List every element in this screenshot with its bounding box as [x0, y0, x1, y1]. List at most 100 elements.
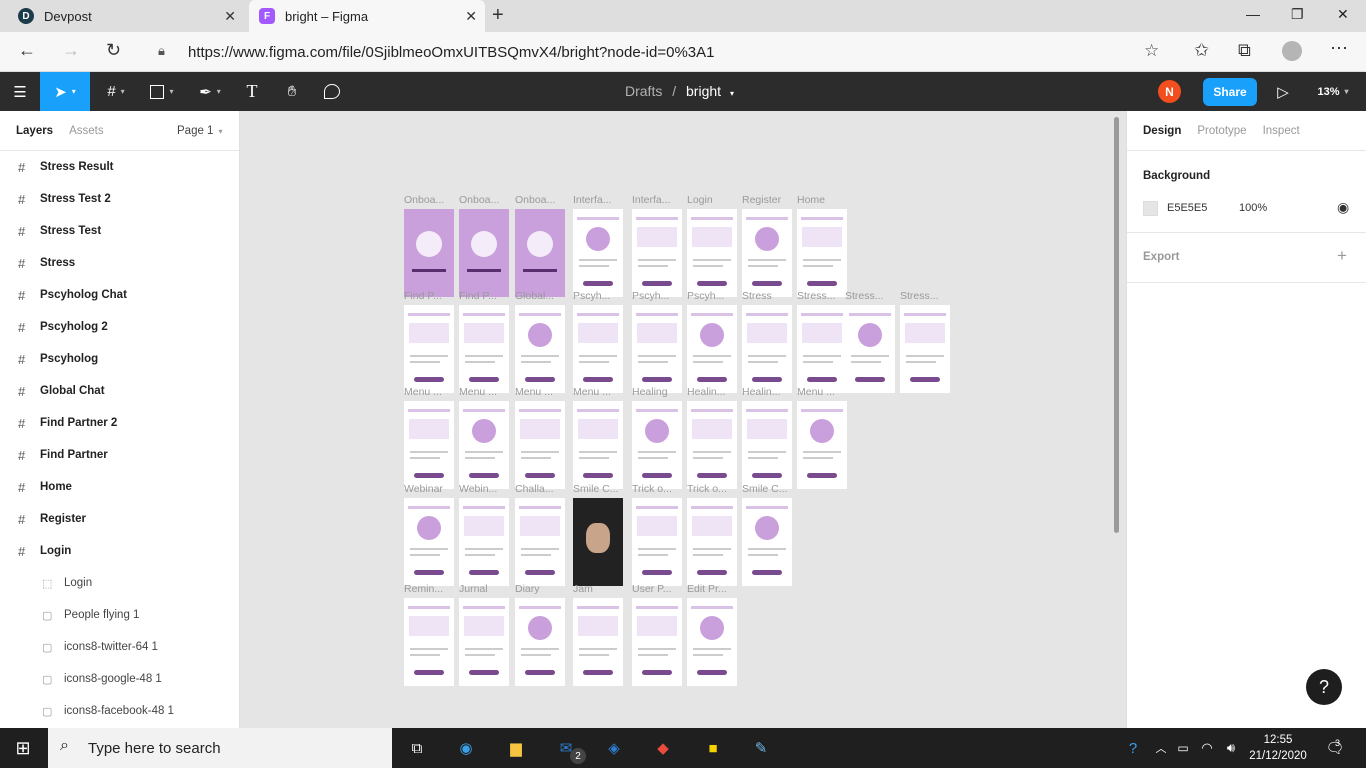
frame-label[interactable]: Healin... — [687, 386, 726, 398]
frame-label[interactable]: Pscyh... — [632, 290, 669, 302]
main-menu-icon[interactable]: ☰ — [0, 72, 40, 111]
layer-item[interactable]: # Stress — [0, 247, 239, 279]
frame-label[interactable]: Edit Pr... — [687, 583, 727, 595]
frame-thumbnail[interactable] — [515, 209, 565, 297]
frame-label[interactable]: Stress — [742, 290, 772, 302]
present-button[interactable]: ▷ — [1270, 72, 1296, 111]
frame-thumbnail[interactable] — [573, 598, 623, 686]
file-name[interactable]: bright — [686, 83, 721, 99]
profile-avatar[interactable] — [1282, 41, 1302, 61]
background-swatch[interactable] — [1143, 201, 1158, 216]
frame-thumbnail[interactable] — [573, 209, 623, 297]
frame-tool[interactable]: # ▾ — [94, 72, 138, 111]
frame-thumbnail[interactable] — [632, 305, 682, 393]
export-heading[interactable]: Export — [1143, 251, 1179, 263]
volume-icon[interactable]: 🔊︎ — [1218, 736, 1244, 760]
layer-item[interactable]: # Login — [0, 535, 239, 567]
refresh-icon[interactable]: ↻ — [106, 40, 121, 61]
frame-thumbnail[interactable] — [404, 498, 454, 586]
frame-thumbnail[interactable] — [900, 305, 950, 393]
close-window-icon[interactable]: ✕ — [1337, 6, 1349, 23]
text-tool[interactable]: T — [236, 72, 268, 111]
tab-design[interactable]: Design — [1143, 125, 1181, 137]
add-export-icon[interactable]: + — [1337, 246, 1347, 266]
frame-thumbnail[interactable] — [515, 305, 565, 393]
frame-label[interactable]: Onboa... — [404, 194, 444, 206]
background-opacity-input[interactable]: 100% — [1239, 202, 1267, 214]
frame-label[interactable]: Interfa... — [573, 194, 612, 206]
layer-item[interactable]: ⬚ Login — [0, 567, 239, 599]
frame-thumbnail[interactable] — [573, 498, 623, 586]
file-explorer-icon[interactable]: ▆ — [503, 736, 529, 760]
frame-label[interactable]: Webin... — [459, 483, 497, 495]
frame-label[interactable]: Menu ... — [573, 386, 611, 398]
frame-thumbnail[interactable] — [515, 598, 565, 686]
frame-thumbnail[interactable] — [515, 401, 565, 489]
frame-thumbnail[interactable] — [742, 305, 792, 393]
frame-thumbnail[interactable] — [404, 598, 454, 686]
frame-label[interactable]: Menu ... — [459, 386, 497, 398]
layer-item[interactable]: # Register — [0, 503, 239, 535]
frame-thumbnail[interactable] — [459, 598, 509, 686]
paint-icon[interactable]: ✎ — [748, 736, 774, 760]
frame-label[interactable]: Stress... — [845, 290, 884, 302]
collections-icon[interactable]: ⧉ — [1238, 40, 1251, 61]
frame-label[interactable]: Stress... — [797, 290, 836, 302]
layer-item[interactable]: # Pscyholog — [0, 343, 239, 375]
minimize-icon[interactable]: — — [1246, 6, 1260, 22]
close-tab-icon[interactable]: ✕ — [224, 8, 236, 25]
frame-thumbnail[interactable] — [404, 305, 454, 393]
layer-item[interactable]: # Find Partner — [0, 439, 239, 471]
frame-thumbnail[interactable] — [632, 401, 682, 489]
layer-item[interactable]: # Stress Test 2 — [0, 183, 239, 215]
tab-inspect[interactable]: Inspect — [1263, 125, 1300, 137]
forward-icon[interactable]: → — [62, 40, 80, 61]
new-tab-icon[interactable]: + — [492, 4, 504, 27]
hand-tool[interactable]: ✋︎ — [276, 72, 308, 111]
crumb-drafts[interactable]: Drafts — [625, 83, 662, 99]
frame-label[interactable]: Interfa... — [632, 194, 671, 206]
back-icon[interactable]: ← — [18, 40, 36, 61]
layer-item[interactable]: ▢ icons8-google-48 1 — [0, 663, 239, 695]
layer-item[interactable]: # Pscyholog Chat — [0, 279, 239, 311]
maximize-icon[interactable]: ❐ — [1291, 6, 1304, 23]
dropbox-icon[interactable]: ◈ — [601, 736, 627, 760]
frame-thumbnail[interactable] — [687, 401, 737, 489]
layer-item[interactable]: # Stress Test — [0, 215, 239, 247]
frame-label[interactable]: User P... — [632, 583, 672, 595]
shape-tool[interactable]: ▾ — [140, 72, 184, 111]
avatar[interactable]: N — [1158, 80, 1181, 103]
frame-label[interactable]: Webinar — [404, 483, 443, 495]
frame-thumbnail[interactable] — [515, 498, 565, 586]
frame-label[interactable]: Jam — [573, 583, 593, 595]
frame-label[interactable]: Find P... — [459, 290, 497, 302]
frame-thumbnail[interactable] — [687, 498, 737, 586]
frame-label[interactable]: Remin... — [404, 583, 443, 595]
frame-thumbnail[interactable] — [742, 401, 792, 489]
tab-assets[interactable]: Assets — [69, 125, 104, 137]
layer-item[interactable]: # Home — [0, 471, 239, 503]
move-tool[interactable]: ➤ ▾ — [40, 72, 90, 111]
comment-tool[interactable] — [316, 72, 348, 111]
tab-devpost[interactable]: D Devpost ✕ — [8, 0, 244, 32]
frame-thumbnail[interactable] — [797, 401, 847, 489]
frame-thumbnail[interactable] — [459, 498, 509, 586]
sticky-notes-icon[interactable]: ■ — [700, 736, 726, 760]
git-icon[interactable]: ◆ — [650, 736, 676, 760]
frame-label[interactable]: Challa... — [515, 483, 554, 495]
frame-label[interactable]: Diary — [515, 583, 540, 595]
background-hex-input[interactable]: E5E5E5 — [1167, 202, 1207, 214]
task-view-icon[interactable]: ⧉ — [404, 736, 430, 760]
frame-thumbnail[interactable] — [845, 305, 895, 393]
frame-thumbnail[interactable] — [687, 305, 737, 393]
share-button[interactable]: Share — [1203, 78, 1257, 106]
frame-thumbnail[interactable] — [742, 209, 792, 297]
windows-start-icon[interactable]: ⊞ — [10, 736, 36, 760]
frame-thumbnail[interactable] — [459, 209, 509, 297]
frame-label[interactable]: Home — [797, 194, 825, 206]
tab-layers[interactable]: Layers — [16, 125, 53, 137]
frame-label[interactable]: Menu ... — [515, 386, 553, 398]
frame-label[interactable]: Global... — [515, 290, 554, 302]
more-menu-icon[interactable]: ⋯ — [1330, 38, 1348, 59]
frame-label[interactable]: Healing — [632, 386, 668, 398]
